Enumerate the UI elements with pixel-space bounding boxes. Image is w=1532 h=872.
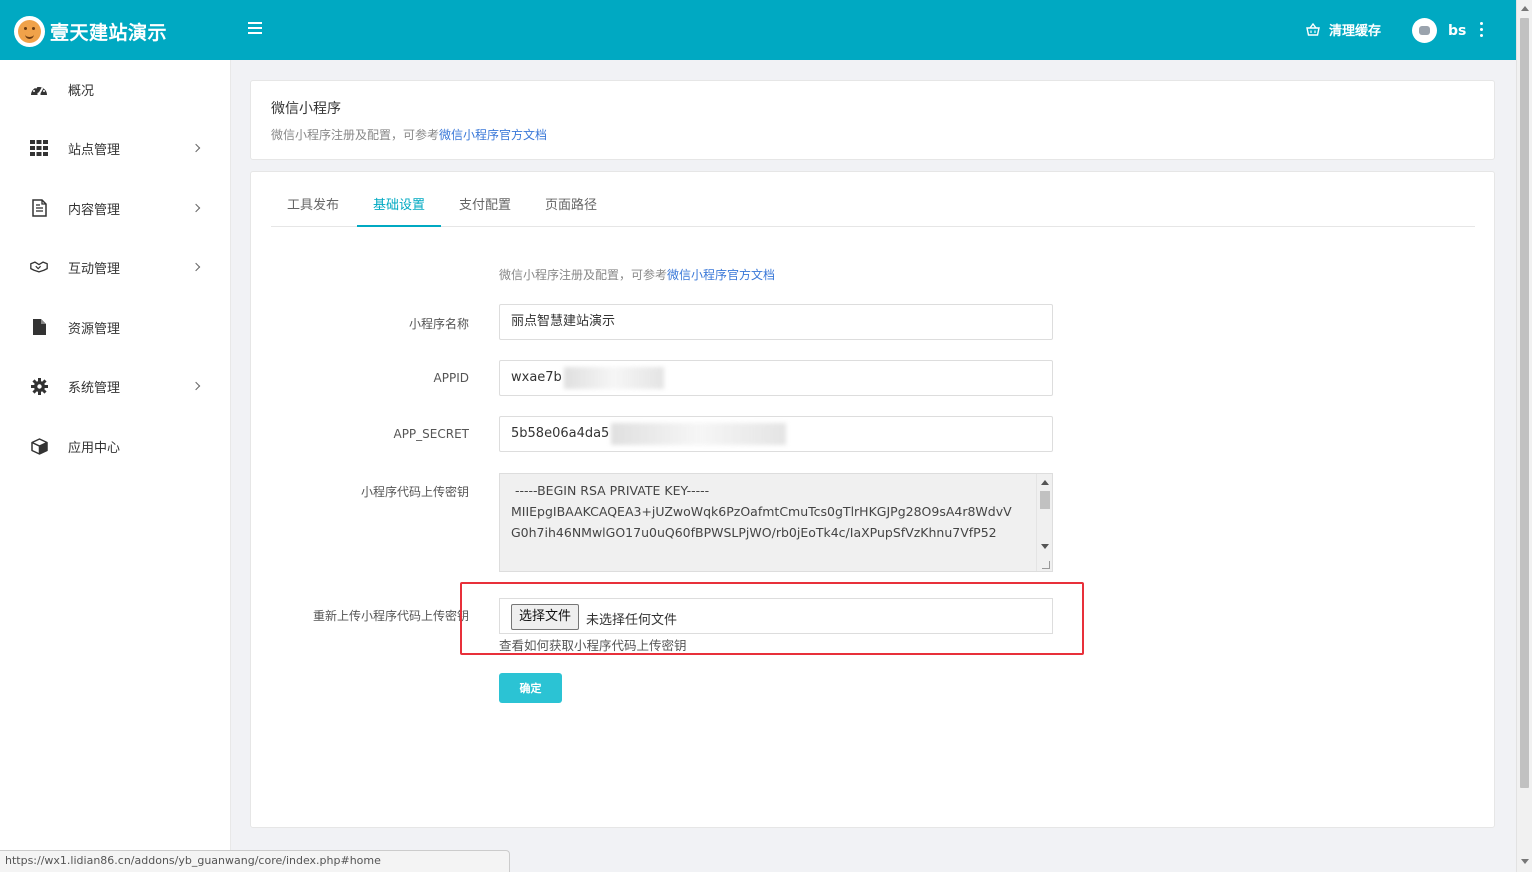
scroll-down-icon[interactable]	[1041, 544, 1049, 549]
sidebar-item-label: 概况	[68, 83, 95, 99]
tab-bar: 工具发布 基础设置 支付配置 页面路径	[271, 189, 1475, 227]
appid-input[interactable]: wxae7b	[499, 360, 1053, 396]
sidebar: 概况 站点管理 内容管理 互动管理 资源管理 系统管理 应用中心	[0, 60, 231, 872]
secret-label: APP_SECRET	[393, 427, 469, 441]
scroll-up-icon[interactable]	[1521, 6, 1529, 11]
confirm-button[interactable]: 确定	[499, 673, 562, 703]
upload-key-textarea[interactable]: -----BEGIN RSA PRIVATE KEY----- MIIEpgIB…	[499, 473, 1053, 572]
chevron-right-icon	[191, 143, 201, 153]
redacted-blur	[563, 366, 664, 389]
basket-icon	[1306, 23, 1320, 36]
resize-handle-icon[interactable]	[1042, 561, 1050, 569]
key-help-text[interactable]: 查看如何获取小程序代码上传密钥	[499, 635, 687, 654]
page-scrollbar[interactable]	[1516, 0, 1532, 872]
gear-icon	[30, 377, 48, 395]
sidebar-item-site[interactable]: 站点管理	[0, 128, 231, 168]
tab-page-path[interactable]: 页面路径	[529, 189, 613, 227]
key-file-input[interactable]: 选择文件 未选择任何文件	[499, 598, 1053, 634]
tab-payment-config[interactable]: 支付配置	[443, 189, 527, 227]
page-header-card: 微信小程序 微信小程序注册及配置，可参考微信小程序官方文档	[250, 80, 1495, 160]
chevron-right-icon	[191, 381, 201, 391]
top-bar: 壹天建站演示 清理缓存 bs	[0, 0, 1516, 60]
tab-basic-settings[interactable]: 基础设置	[357, 189, 441, 227]
reupload-key-label: 重新上传小程序代码上传密钥	[312, 609, 469, 623]
sidebar-item-label: 系统管理	[68, 380, 121, 396]
sidebar-item-apps[interactable]: 应用中心	[0, 426, 231, 466]
choose-file-button[interactable]: 选择文件	[511, 604, 580, 630]
page-description-text: 微信小程序注册及配置，可参考	[271, 128, 440, 142]
cube-icon	[30, 437, 48, 455]
sidebar-item-content[interactable]: 内容管理	[0, 188, 231, 228]
form-docs-link[interactable]: 微信小程序官方文档	[667, 268, 775, 282]
secret-value: 5b58e06a4da5	[511, 426, 610, 441]
page-title: 微信小程序	[271, 101, 341, 117]
status-bar-url: https://wx1.lidian86.cn/addons/yb_guanwa…	[0, 850, 510, 872]
textarea-scrollbar[interactable]	[1036, 474, 1052, 571]
official-docs-link[interactable]: 微信小程序官方文档	[439, 128, 547, 142]
redacted-blur	[611, 422, 787, 445]
tab-tool-publish[interactable]: 工具发布	[271, 189, 355, 227]
sidebar-item-interaction[interactable]: 互动管理	[0, 247, 231, 287]
sidebar-item-label: 互动管理	[68, 261, 121, 277]
file-icon	[30, 318, 48, 336]
sidebar-item-label: 应用中心	[68, 440, 121, 456]
sidebar-item-label: 站点管理	[68, 142, 121, 158]
chevron-right-icon	[191, 203, 201, 213]
secret-input[interactable]: 5b58e06a4da5	[499, 416, 1053, 452]
sidebar-item-label: 资源管理	[68, 321, 121, 337]
brand-logo-icon	[14, 15, 45, 47]
chevron-right-icon	[191, 262, 201, 272]
scroll-down-icon[interactable]	[1521, 859, 1529, 864]
scroll-thumb[interactable]	[1040, 491, 1050, 509]
sidebar-item-overview[interactable]: 概况	[0, 69, 231, 109]
page-description: 微信小程序注册及配置，可参考微信小程序官方文档	[271, 126, 547, 143]
sidebar-item-system[interactable]: 系统管理	[0, 366, 231, 406]
avatar	[1412, 18, 1437, 43]
form-note: 微信小程序注册及配置，可参考微信小程序官方文档	[499, 266, 775, 283]
menu-toggle-icon[interactable]	[248, 22, 262, 36]
sidebar-item-label: 内容管理	[68, 202, 121, 218]
username: bs	[1448, 22, 1467, 39]
handshake-icon	[30, 258, 48, 276]
more-vertical-icon[interactable]	[1478, 22, 1484, 38]
name-value: 丽点智慧建站演示	[511, 314, 616, 329]
upload-key-label: 小程序代码上传密钥	[360, 485, 469, 499]
name-input[interactable]: 丽点智慧建站演示	[499, 304, 1053, 340]
user-menu[interactable]: bs	[1412, 18, 1466, 43]
grid-icon	[30, 139, 48, 157]
file-status: 未选择任何文件	[586, 613, 678, 628]
brand-title: 壹天建站演示	[50, 21, 168, 44]
appid-value: wxae7b	[511, 370, 562, 385]
form-note-text: 微信小程序注册及配置，可参考	[499, 268, 668, 282]
dashboard-icon	[30, 80, 48, 98]
brand[interactable]: 壹天建站演示	[14, 15, 167, 47]
upload-key-value: -----BEGIN RSA PRIVATE KEY----- MIIEpgIB…	[511, 483, 1012, 540]
name-label: 小程序名称	[408, 317, 469, 331]
appid-label: APPID	[433, 371, 469, 385]
scroll-thumb[interactable]	[1520, 18, 1529, 788]
settings-card: 工具发布 基础设置 支付配置 页面路径 微信小程序注册及配置，可参考微信小程序官…	[250, 171, 1495, 828]
sidebar-item-resources[interactable]: 资源管理	[0, 307, 231, 347]
scroll-up-icon[interactable]	[1041, 480, 1049, 485]
document-icon	[30, 199, 48, 217]
clear-cache-label: 清理缓存	[1329, 24, 1382, 39]
clear-cache-button[interactable]: 清理缓存	[1306, 20, 1381, 39]
